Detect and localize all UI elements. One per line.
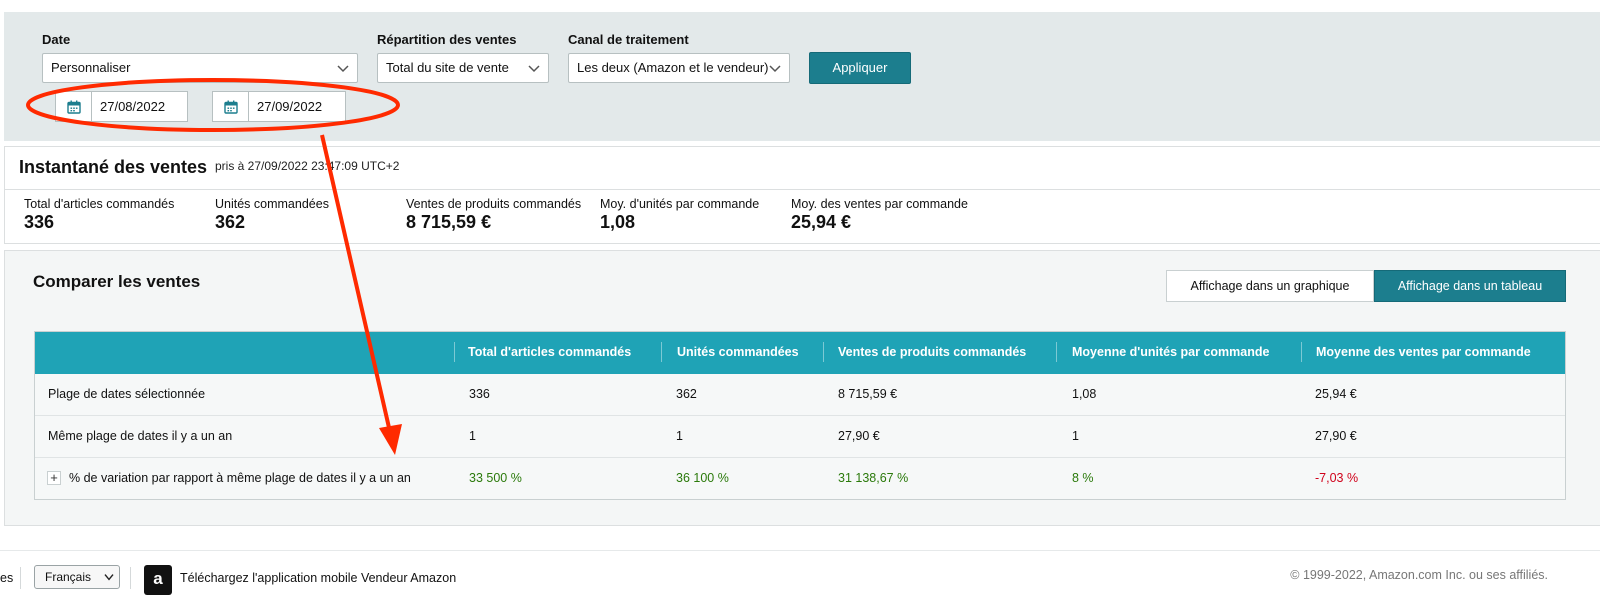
table-cell: 27,90 € — [838, 429, 880, 443]
divider — [5, 189, 1600, 190]
footer: es Français a Téléchargez l'application … — [0, 550, 1600, 604]
table-cell: 36 100 % — [676, 471, 729, 485]
column-header: Moyenne d'unités par commande — [1072, 345, 1270, 359]
amazon-app-icon[interactable]: a — [144, 565, 172, 595]
column-divider — [1301, 342, 1302, 362]
metric-label: Total d'articles commandés — [24, 197, 175, 211]
compare-table: Total d'articles commandés Unités comman… — [34, 331, 1566, 500]
table-cell: 8 715,59 € — [838, 387, 898, 401]
column-divider — [823, 342, 824, 362]
table-cell: 27,90 € — [1315, 429, 1357, 443]
metric-value: 336 — [24, 212, 55, 232]
view-graph-button[interactable]: Affichage dans un graphique — [1166, 270, 1374, 302]
column-divider — [1056, 342, 1057, 362]
table-cell: 25,94 € — [1315, 387, 1357, 401]
chevron-down-icon — [337, 65, 349, 73]
table-header: Total d'articles commandés Unités comman… — [35, 332, 1565, 374]
row-label: Plage de dates sélectionnée — [48, 387, 206, 401]
repartition-value: Total du site de vente — [386, 60, 509, 75]
table-cell: 1 — [1072, 429, 1079, 443]
snapshot-timestamp: pris à 27/09/2022 23:47:09 UTC+2 — [215, 159, 400, 173]
chevron-down-icon — [528, 65, 540, 73]
calendar-icon[interactable] — [56, 92, 92, 121]
chevron-down-icon — [769, 65, 781, 73]
table-cell: 1 — [469, 429, 476, 443]
metric-label: Ventes de produits commandés — [406, 197, 582, 211]
metric-value: 25,94 € — [791, 212, 852, 232]
table-cell: 33 500 % — [469, 471, 522, 485]
metric-avg-sales: Moy. des ventes par commande 25,94 € — [791, 197, 968, 233]
divider — [20, 567, 21, 589]
mobile-app-link[interactable]: Téléchargez l'application mobile Vendeur… — [180, 571, 456, 585]
date-range-value: Personnaliser — [51, 60, 131, 75]
metric-total-articles: Total d'articles commandés 336 — [24, 197, 174, 233]
filter-panel: Date Personnaliser Répartition des vente… — [4, 12, 1600, 141]
column-header: Total d'articles commandés — [468, 345, 632, 359]
apply-button[interactable]: Appliquer — [809, 52, 911, 84]
table-cell: 31 138,67 % — [838, 471, 909, 485]
chevron-down-icon — [104, 574, 114, 581]
canal-value: Les deux (Amazon et le vendeur) — [577, 60, 769, 75]
language-value: Français — [45, 570, 92, 584]
column-divider — [661, 342, 662, 362]
table-cell: 362 — [676, 387, 697, 401]
column-header: Ventes de produits commandés — [838, 345, 1027, 359]
view-table-button[interactable]: Affichage dans un tableau — [1374, 270, 1566, 302]
metric-label: Moy. des ventes par commande — [791, 197, 968, 211]
language-select[interactable]: Français — [34, 565, 120, 589]
compare-sales-panel: Comparer les ventes Affichage dans un gr… — [4, 250, 1600, 526]
snapshot-title: Instantané des ventes — [19, 157, 208, 177]
table-cell: 8 % — [1072, 471, 1094, 485]
repartition-select[interactable]: Total du site de vente — [377, 53, 549, 83]
expand-icon[interactable]: + — [47, 471, 61, 485]
repartition-filter-label: Répartition des ventes — [377, 32, 517, 47]
sales-snapshot: Instantané des ventes pris à 27/09/2022 … — [4, 146, 1600, 244]
table-cell: 1 — [676, 429, 683, 443]
table-row: + % de variation par rapport à même plag… — [35, 457, 1565, 499]
compare-title: Comparer les ventes — [33, 272, 201, 291]
canal-filter-label: Canal de traitement — [568, 32, 689, 47]
metric-units: Unités commandées 362 — [215, 197, 329, 233]
date-range-select[interactable]: Personnaliser — [42, 53, 358, 83]
row-label: % de variation par rapport à même plage … — [69, 471, 411, 485]
column-header: Unités commandées — [677, 345, 799, 359]
start-date-field[interactable]: 27/08/2022 — [55, 91, 188, 122]
end-date-value: 27/09/2022 — [257, 99, 323, 114]
footer-link[interactable]: es — [0, 571, 13, 585]
calendar-icon[interactable] — [213, 92, 249, 121]
metric-value: 1,08 — [600, 212, 636, 232]
metric-value: 362 — [215, 212, 246, 232]
metric-avg-units: Moy. d'unités par commande 1,08 — [600, 197, 759, 233]
date-filter-label: Date — [42, 32, 71, 47]
column-header: Moyenne des ventes par commande — [1316, 345, 1531, 359]
canal-select[interactable]: Les deux (Amazon et le vendeur) — [568, 53, 790, 83]
table-row: Même plage de dates il y a un an 1 1 27,… — [35, 415, 1565, 457]
metric-value: 8 715,59 € — [406, 212, 492, 232]
table-cell: 1,08 — [1072, 387, 1097, 401]
table-cell: -7,03 % — [1315, 471, 1359, 485]
copyright-text: © 1999-2022, Amazon.com Inc. ou ses affi… — [1290, 568, 1548, 582]
end-date-field[interactable]: 27/09/2022 — [212, 91, 346, 122]
start-date-value: 27/08/2022 — [100, 99, 166, 114]
metric-label: Moy. d'unités par commande — [600, 197, 760, 211]
row-label: Même plage de dates il y a un an — [48, 429, 233, 443]
table-cell: 336 — [469, 387, 490, 401]
metric-label: Unités commandées — [215, 197, 329, 211]
metric-sales: Ventes de produits commandés 8 715,59 € — [406, 197, 581, 233]
column-divider — [454, 342, 455, 362]
divider — [130, 567, 131, 589]
table-row: Plage de dates sélectionnée 336 362 8 71… — [35, 374, 1565, 415]
